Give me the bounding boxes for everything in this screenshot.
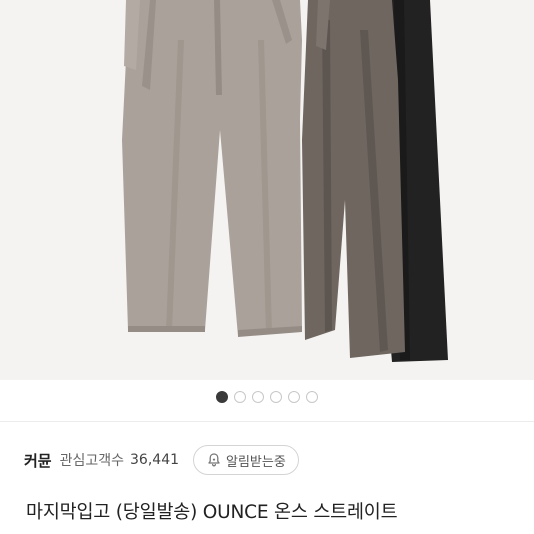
bell-icon [208,453,220,467]
seller-row: 커뮨 관심고객수 36,441 알림받는중 [0,443,534,477]
carousel-dot[interactable] [270,391,282,403]
notify-toggle-button[interactable]: 알림받는중 [193,445,299,475]
notify-label: 알림받는중 [226,454,286,470]
carousel-dot[interactable] [252,391,264,403]
carousel-dot[interactable] [234,391,246,403]
section-divider [0,421,534,422]
trousers-photo [0,0,534,380]
seller-name[interactable]: 커뮨 [24,450,52,471]
followers-count: 36,441 [130,452,180,468]
carousel-dot[interactable] [288,391,300,403]
carousel-indicator [0,387,534,407]
product-title: 마지막입고 (당일발송) OUNCE 온스 스트레이트 [26,502,398,523]
product-image[interactable] [0,0,534,380]
carousel-dot[interactable] [306,391,318,403]
carousel-dot-active[interactable] [216,391,228,403]
followers-label: 관심고객수 [59,453,125,469]
